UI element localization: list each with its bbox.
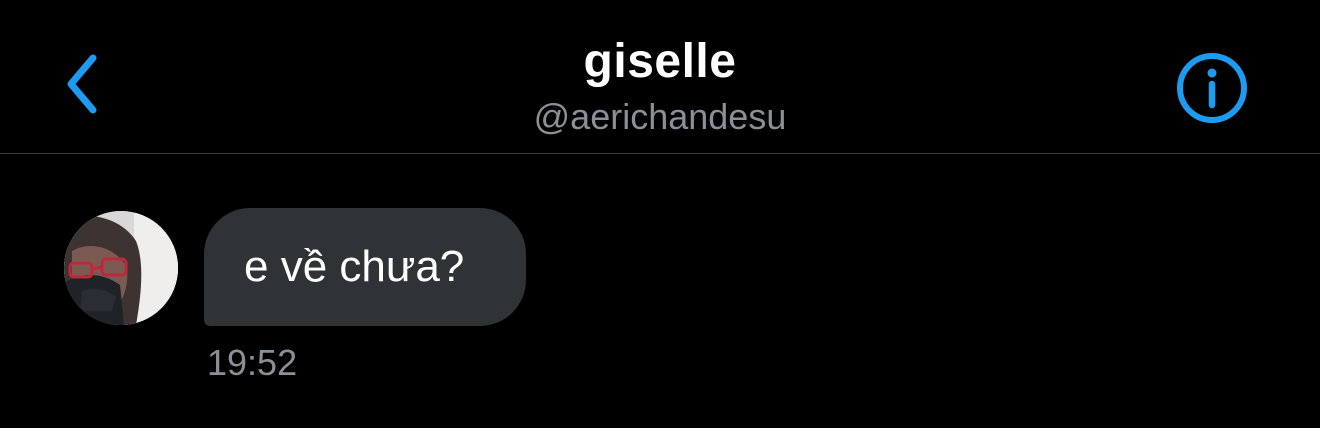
- message-bubble[interactable]: e về chưa?: [204, 208, 526, 326]
- info-button[interactable]: [1170, 46, 1254, 130]
- conversation-header: giselle @aerichandesu: [0, 0, 1320, 154]
- avatar-photo: [64, 211, 178, 325]
- message-text: e về chưa?: [244, 242, 465, 291]
- contact-title-block[interactable]: giselle @aerichandesu: [360, 30, 960, 140]
- contact-handle: @aerichandesu: [533, 96, 787, 137]
- avatar[interactable]: [64, 211, 178, 325]
- message-timestamp: 19:52: [207, 342, 298, 383]
- contact-name: giselle: [583, 35, 737, 88]
- chevron-left-icon: [67, 54, 97, 114]
- back-button[interactable]: [48, 44, 118, 124]
- info-icon: [1177, 53, 1247, 123]
